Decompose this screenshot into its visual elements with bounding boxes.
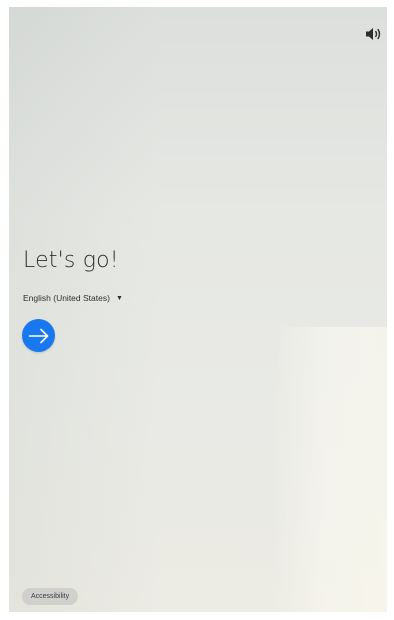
arrow-right-icon [28,328,48,343]
volume-button[interactable] [365,26,385,42]
accessibility-button[interactable]: Accessibility [22,588,79,605]
device-frame: Let's go! English (United States) ▼ Acce… [0,0,394,620]
background-shade [9,7,159,612]
page-title: Let's go! [23,248,119,273]
language-selector[interactable]: English (United States) ▼ [23,293,123,303]
volume-icon [366,28,381,40]
language-selected-value: English (United States) [23,293,110,303]
dropdown-caret-icon: ▼ [115,294,123,302]
background-glare [271,327,387,612]
setup-screen: Let's go! English (United States) ▼ Acce… [9,7,387,612]
next-button[interactable] [22,319,55,352]
